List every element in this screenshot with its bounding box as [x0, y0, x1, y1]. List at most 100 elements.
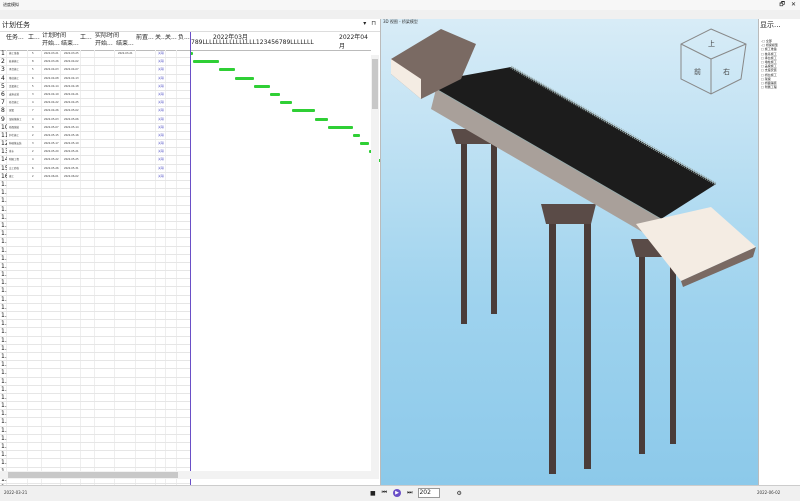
empty-row[interactable]: 1.	[0, 197, 190, 206]
empty-row[interactable]: 1.	[0, 386, 190, 394]
empty-row[interactable]: 1.	[0, 230, 190, 239]
empty-row[interactable]: 1.	[0, 222, 190, 231]
empty-row[interactable]: 1.	[0, 247, 190, 255]
empty-row[interactable]: 1.	[0, 443, 190, 452]
empty-row[interactable]: 1.	[0, 459, 190, 468]
gantt-bar[interactable]	[279, 101, 293, 105]
column-header[interactable]: 关...	[165, 34, 177, 41]
bridge-model[interactable]: 前 右 上	[381, 19, 758, 485]
empty-row[interactable]: 1.	[0, 435, 190, 443]
table-row[interactable]: 7 桥台施工 4 2022-04-22 2022-04-25 关联	[0, 99, 190, 108]
empty-row[interactable]: 1.	[0, 304, 190, 312]
panel-menu-icon[interactable]: ▾	[363, 20, 366, 27]
panel-pin-icon[interactable]: ⊓	[371, 20, 376, 27]
empty-row[interactable]: 1.	[0, 271, 190, 280]
forward-icon[interactable]: ⏭	[407, 489, 412, 497]
empty-row[interactable]: 1.	[0, 206, 190, 214]
empty-row[interactable]: 1.	[0, 263, 190, 272]
year-selector[interactable]: 202	[418, 488, 441, 498]
gantt-bar[interactable]	[193, 60, 219, 64]
empty-row[interactable]: 1.	[0, 214, 190, 222]
empty-row[interactable]: 1.	[0, 402, 190, 411]
empty-row[interactable]: 1.	[0, 328, 190, 337]
column-header[interactable]: 计划时间	[42, 32, 66, 39]
table-row[interactable]: 16竣工 2 2022-06-01 2022-06-02 关联	[0, 173, 190, 181]
column-header[interactable]: 前置...	[136, 34, 154, 41]
gantt-horizontal-scrollbar[interactable]	[190, 471, 371, 479]
tree-item[interactable]: □ 附属工程	[761, 85, 778, 89]
empty-row[interactable]: 1.	[0, 369, 190, 378]
gantt-bar[interactable]	[218, 68, 235, 72]
restore-icon[interactable]: 🗗	[779, 0, 785, 10]
table-horizontal-scrollbar[interactable]	[0, 471, 190, 479]
empty-row[interactable]: 1.	[0, 296, 190, 304]
empty-row[interactable]: 1.	[0, 312, 190, 321]
gantt-bar[interactable]	[254, 84, 270, 88]
empty-row[interactable]: 1.	[0, 287, 190, 296]
table-row[interactable]: 13排水 2 2022-05-20 2022-05-21 关联	[0, 148, 190, 157]
empty-row[interactable]: 1.	[0, 320, 190, 329]
tree-item[interactable]: □ 支座安装	[761, 68, 778, 72]
rewind-icon[interactable]: ⏮	[382, 489, 387, 497]
gantt-bar[interactable]	[314, 117, 328, 121]
table-row[interactable]: 2 桩基施工 8 2022-03-26 2022-04-02 关联	[0, 58, 190, 67]
column-header[interactable]: 实际时间	[95, 32, 119, 39]
gantt-chart[interactable]	[190, 50, 380, 485]
table-row[interactable]: 1 施工准备 5 2022-03-21 2022-03-25 2022-03-21 关联	[0, 50, 190, 59]
column-header[interactable]: 结束...	[61, 40, 79, 47]
row-index: 1.	[1, 246, 7, 254]
duration-cell: 3	[32, 92, 34, 96]
table-row[interactable]: 4 墩柱施工 6 2022-04-08 2022-04-13 关联	[0, 75, 190, 83]
table-row[interactable]: 10桥面铺装 8 2022-05-07 2022-05-14 关联	[0, 124, 190, 132]
table-row[interactable]: 11护栏施工 2 2022-05-15 2022-05-16 关联	[0, 132, 190, 141]
empty-row[interactable]: 1.	[0, 361, 190, 370]
close-icon[interactable]: ✕	[791, 0, 796, 10]
column-header[interactable]: 工...	[80, 34, 92, 41]
table-row[interactable]: 5 盖梁施工 5 2022-04-14 2022-04-18 关联	[0, 83, 190, 91]
empty-row[interactable]: 1.	[0, 418, 190, 427]
empty-row[interactable]: 1.	[0, 394, 190, 403]
empty-row[interactable]: 1.	[0, 255, 190, 263]
empty-row[interactable]: 1.	[0, 410, 190, 419]
gantt-bar[interactable]	[292, 109, 315, 113]
settings-icon[interactable]: ⚙	[456, 490, 461, 497]
play-button[interactable]: ▶	[393, 489, 402, 497]
gantt-bar[interactable]	[270, 93, 280, 96]
scroll-thumb[interactable]	[8, 472, 178, 478]
table-row[interactable]: 12伸缩缝安装 3 2022-05-17 2022-05-19 关联	[0, 140, 190, 149]
empty-row[interactable]: 1.	[0, 181, 190, 190]
table-row[interactable]: 15交工验收 6 2022-05-26 2022-05-31 关联	[0, 165, 190, 173]
table-row[interactable]: 6 支座安装 3 2022-04-19 2022-04-21 关联	[0, 91, 190, 100]
table-row[interactable]: 8 架梁 7 2022-04-26 2022-05-02 关联	[0, 107, 190, 116]
duration-cell: 3	[32, 142, 34, 146]
column-header[interactable]: 负...	[178, 34, 190, 41]
column-header[interactable]: 结束...	[116, 40, 134, 47]
3d-viewport[interactable]: 3D 视图 - 桥梁模型 前 右 上	[381, 19, 758, 485]
empty-row[interactable]: 1.	[0, 345, 190, 353]
empty-row[interactable]: 1.	[0, 451, 190, 460]
empty-row[interactable]: 1.	[0, 353, 190, 362]
empty-row[interactable]: 1.	[0, 238, 190, 247]
column-header[interactable]: 任务...	[6, 34, 24, 41]
view-cube[interactable]: 前 右 上	[680, 28, 747, 95]
gantt-bar[interactable]	[359, 142, 370, 146]
empty-row[interactable]: 1.	[0, 378, 190, 386]
gantt-bar[interactable]	[234, 76, 254, 80]
table-row[interactable]: 3 承台施工 5 2022-04-03 2022-04-07 关联	[0, 66, 190, 75]
column-header[interactable]: 开始...	[95, 40, 113, 47]
table-row[interactable]: 9 湿接缝施工 4 2022-05-03 2022-05-06 关联	[0, 116, 190, 124]
stop-icon[interactable]: ■	[370, 490, 376, 497]
gantt-bar[interactable]	[353, 134, 360, 137]
empty-row[interactable]: 1.	[0, 337, 190, 345]
table-row[interactable]: 14附属工程 4 2022-05-22 2022-05-25 关联	[0, 156, 190, 165]
empty-row[interactable]: 1.	[0, 279, 190, 288]
empty-row[interactable]: 1.	[0, 189, 190, 198]
plan-start-cell: 2022-03-26	[44, 60, 59, 64]
column-header[interactable]: 工...	[28, 34, 40, 41]
column-header[interactable]: 开始...	[42, 40, 60, 47]
vertical-scrollbar[interactable]	[371, 55, 379, 479]
scroll-thumb[interactable]	[372, 59, 378, 109]
gantt-bar[interactable]	[327, 125, 354, 129]
empty-row[interactable]: 1.	[0, 427, 190, 435]
tree-item[interactable]: □ 施工准备	[761, 47, 778, 51]
